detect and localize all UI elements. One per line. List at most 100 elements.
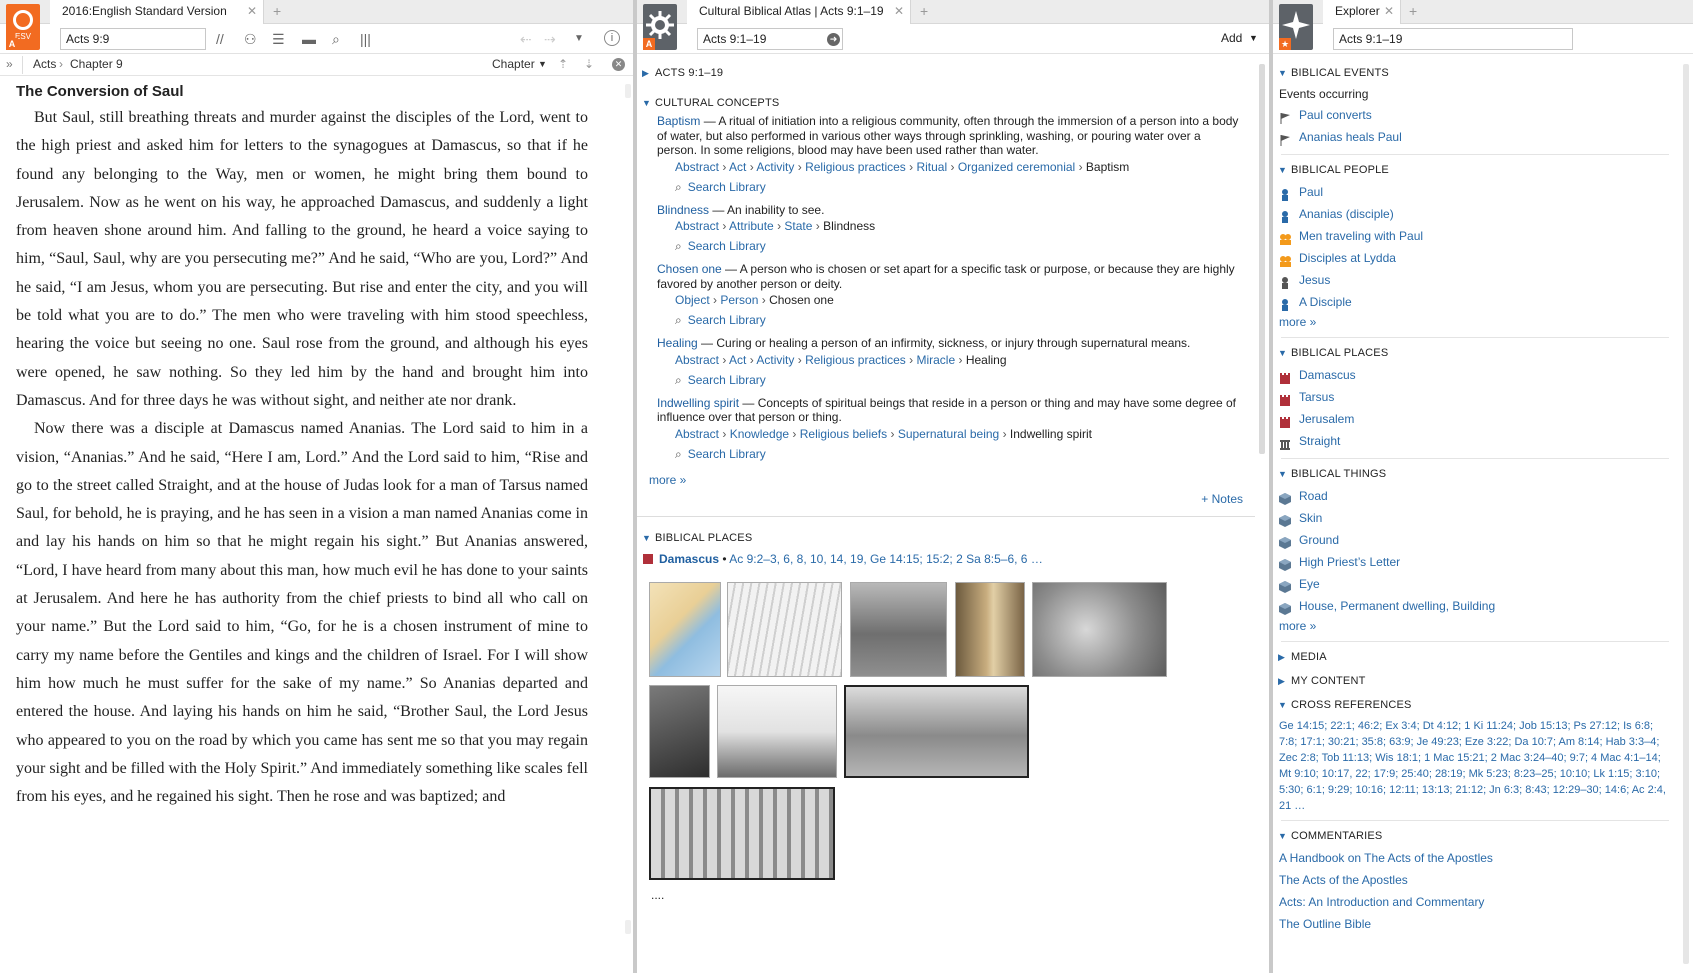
nav-dropdown[interactable]: Chapter <box>492 54 535 75</box>
search-library-link[interactable]: ⌕ Search Library <box>657 177 1255 197</box>
concept-term[interactable]: Chosen one <box>657 262 722 276</box>
add-tab-button[interactable]: + <box>920 0 928 24</box>
photo-thumbnail[interactable] <box>850 582 947 677</box>
go-arrow-icon[interactable]: ➜ <box>827 33 840 46</box>
explorer-item[interactable]: Ground <box>1273 529 1677 551</box>
section-header[interactable]: ▼ BIBLICAL EVENTS <box>1273 62 1677 84</box>
concept-term[interactable]: Indwelling spirit <box>657 396 739 410</box>
engraving-thumbnail[interactable] <box>1032 582 1167 677</box>
reference-input[interactable]: Acts 9:1–19 <box>1333 28 1573 50</box>
commentary-link[interactable]: The Acts of the Apostles <box>1273 869 1677 891</box>
stereo-thumbnail[interactable] <box>844 685 1029 778</box>
crumb-link[interactable]: Attribute <box>729 219 774 233</box>
crumb-link[interactable]: Object <box>675 293 710 307</box>
notes-button[interactable]: + Notes <box>637 490 1255 508</box>
explorer-item[interactable]: Paul converts <box>1273 104 1677 126</box>
close-icon[interactable]: ✕ <box>612 58 625 71</box>
chevron-down-icon[interactable]: ▼ <box>538 54 547 75</box>
panel-icon[interactable]: ▬ <box>302 32 316 46</box>
chevron-down-icon[interactable]: ▼ <box>574 32 584 46</box>
concept-term[interactable]: Baptism <box>657 114 700 128</box>
explorer-item[interactable]: Tarsus <box>1273 386 1677 408</box>
close-icon[interactable]: ✕ <box>247 0 257 22</box>
crumb-link[interactable]: Activity <box>756 160 794 174</box>
explorer-item[interactable]: Road <box>1273 485 1677 507</box>
painting-thumbnail[interactable] <box>649 685 710 778</box>
commentary-link[interactable]: The Outline Bible <box>1273 913 1677 935</box>
down-arrow-icon[interactable]: ⇣ <box>584 54 594 75</box>
concept-term[interactable]: Healing <box>657 336 698 350</box>
map-thumbnail[interactable] <box>649 582 721 677</box>
explorer-item[interactable]: Damascus <box>1273 364 1677 386</box>
explorer-item[interactable]: Ananias (disciple) <box>1273 203 1677 225</box>
concept-term[interactable]: Blindness <box>657 203 709 217</box>
crumb-link[interactable]: Supernatural being <box>898 427 999 441</box>
back-icon[interactable]: ⇠ <box>520 32 532 46</box>
explorer-item[interactable]: Jesus <box>1273 269 1677 291</box>
crumb-link[interactable]: Act <box>729 160 746 174</box>
crumb-link[interactable]: Miracle <box>916 353 955 367</box>
list-icon[interactable]: ☰ <box>272 32 285 46</box>
crumb-link[interactable]: Activity <box>756 353 794 367</box>
scrollbar-thumb[interactable] <box>625 920 631 934</box>
commentary-link[interactable]: Acts: An Introduction and Commentary <box>1273 891 1677 913</box>
reference-input[interactable]: Acts 9:1–19 <box>697 28 843 50</box>
close-icon[interactable]: ✕ <box>894 0 904 22</box>
add-tab-button[interactable]: + <box>1409 0 1417 24</box>
expand-icon[interactable]: » <box>6 54 13 75</box>
crumb-link[interactable]: Person <box>720 293 758 307</box>
section-header[interactable]: ▼ BIBLICAL PEOPLE <box>1273 159 1677 181</box>
info-icon[interactable]: i <box>604 30 620 46</box>
scrollbar[interactable] <box>625 84 631 98</box>
tab-atlas[interactable]: Cultural Biblical Atlas | Acts 9:1–19 ✕ <box>687 0 911 24</box>
up-arrow-icon[interactable]: ⇡ <box>558 54 568 75</box>
explorer-item[interactable]: Straight <box>1273 430 1677 452</box>
more-link[interactable]: more » <box>1273 313 1677 331</box>
crumb-link[interactable]: Religious practices <box>805 353 906 367</box>
explorer-item[interactable]: Ananias heals Paul <box>1273 126 1677 148</box>
explorer-item[interactable]: High Priest’s Letter <box>1273 551 1677 573</box>
crumb-link[interactable]: Abstract <box>675 427 719 441</box>
crumb-link[interactable]: State <box>784 219 812 233</box>
columns-icon[interactable]: ||| <box>360 32 371 46</box>
crumb-link[interactable]: Knowledge <box>730 427 789 441</box>
landscape-thumbnail[interactable] <box>717 685 837 778</box>
people-icon[interactable]: ⚇ <box>244 32 257 46</box>
section-header[interactable]: ▼ BIBLICAL PLACES <box>1273 342 1677 364</box>
cross-references-list[interactable]: Ge 14:15; 22:1; 46:2; Ex 3:4; Dt 4:12; 1… <box>1273 716 1677 814</box>
close-icon[interactable]: ✕ <box>1384 0 1394 22</box>
place-refs[interactable]: Ac 9:2–3, 6, 8, 10, 14, 19, Ge 14:15; 15… <box>729 552 1043 566</box>
place-name[interactable]: Damascus <box>659 552 719 566</box>
atlas-logo-icon[interactable]: A <box>643 4 677 50</box>
search-library-link[interactable]: ⌕ Search Library <box>657 444 1255 464</box>
crumb-link[interactable]: Ritual <box>916 160 947 174</box>
street-thumbnail[interactable] <box>955 582 1025 677</box>
crumb-link[interactable]: Organized ceremonial <box>958 160 1075 174</box>
drawing-thumbnail[interactable] <box>727 582 842 677</box>
reference-input[interactable]: Acts 9:9 <box>60 28 206 50</box>
scrollbar[interactable] <box>1683 64 1689 964</box>
section-header[interactable]: ▶ MEDIA <box>1273 646 1677 668</box>
breadcrumb-book[interactable]: Acts <box>33 54 56 75</box>
parallel-icon[interactable]: // <box>216 32 224 46</box>
place-row[interactable]: Damascus • Ac 9:2–3, 6, 8, 10, 14, 19, G… <box>637 549 1255 569</box>
search-icon[interactable]: ⌕ <box>332 32 340 46</box>
crumb-link[interactable]: Religious practices <box>805 160 906 174</box>
search-library-link[interactable]: ⌕ Search Library <box>657 370 1255 390</box>
section-header[interactable]: ▼ BIBLICAL THINGS <box>1273 463 1677 485</box>
add-tab-button[interactable]: + <box>273 0 281 24</box>
more-link[interactable]: more » <box>1273 617 1677 635</box>
section-header[interactable]: ▶ MY CONTENT <box>1273 670 1677 692</box>
chevron-down-icon[interactable]: ▼ <box>1249 33 1258 43</box>
section-header[interactable]: ▼ CROSS REFERENCES <box>1273 694 1677 716</box>
explorer-logo-icon[interactable]: ★ <box>1279 4 1313 50</box>
crumb-link[interactable]: Abstract <box>675 219 719 233</box>
explorer-item[interactable]: House, Permanent dwelling, Building <box>1273 595 1677 617</box>
explorer-item[interactable]: Eye <box>1273 573 1677 595</box>
explorer-item[interactable]: A Disciple <box>1273 291 1677 313</box>
scrollbar[interactable] <box>1259 64 1265 454</box>
explorer-item[interactable]: Skin <box>1273 507 1677 529</box>
crumb-link[interactable]: Act <box>729 353 746 367</box>
crumb-link[interactable]: Abstract <box>675 353 719 367</box>
tab-bible[interactable]: 2016:English Standard Version ✕ <box>50 0 264 24</box>
